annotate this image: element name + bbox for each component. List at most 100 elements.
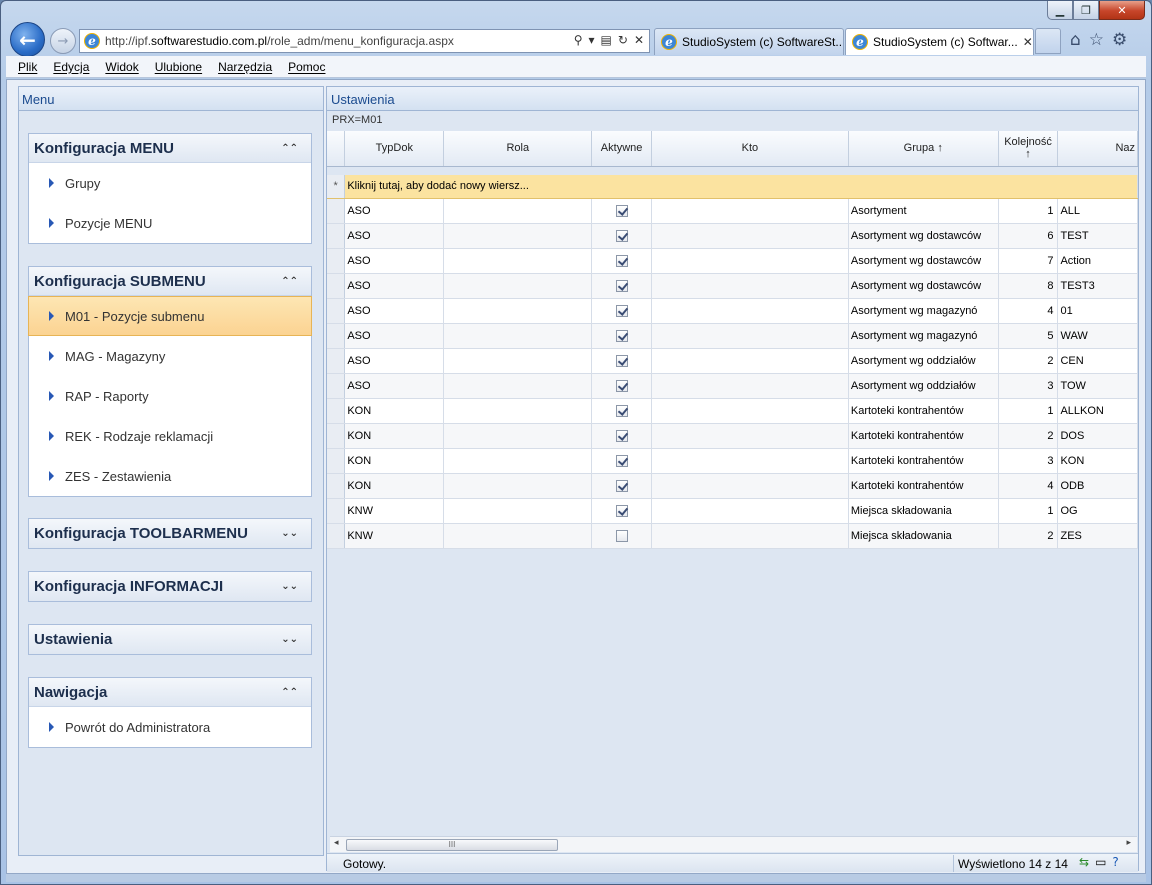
row-selector[interactable] [327,523,346,549]
aktywne-checkbox[interactable] [615,279,628,292]
forward-button[interactable]: → [50,28,76,54]
cell-rola[interactable] [443,248,593,274]
scroll-thumb[interactable]: III [346,839,558,851]
cell-kolejnosc[interactable]: 1 [998,398,1059,424]
table-row[interactable]: ASO Asortyment 1 ALL [327,198,1138,224]
cell-kolejnosc[interactable]: 4 [998,473,1059,499]
cell-typdok[interactable]: KNW [344,498,445,524]
menu-item-pozycje-menu[interactable]: Pozycje MENU [29,203,311,243]
cell-nazwa[interactable]: 01 [1057,298,1138,324]
cell-rola[interactable] [443,198,593,224]
row-selector[interactable] [327,373,346,399]
cell-kto[interactable] [651,248,849,274]
cell-typdok[interactable]: ASO [344,298,445,324]
cell-kolejnosc[interactable]: 2 [998,348,1059,374]
group-header[interactable]: Konfiguracja SUBMENU ⌃⌃ [29,267,311,296]
cell-typdok[interactable]: ASO [344,348,445,374]
aktywne-checkbox[interactable] [615,404,628,417]
cell-typdok[interactable]: ASO [344,323,445,349]
refresh-icon[interactable]: ↻ [618,33,628,47]
cell-typdok[interactable]: ASO [344,373,445,399]
column-header-grupa[interactable]: Grupa ↑ [848,131,999,167]
cell-nazwa[interactable]: TEST [1057,223,1138,249]
row-selector[interactable] [327,448,346,474]
new-row[interactable]: * Kliknij tutaj, aby dodać nowy wiersz..… [327,175,1138,199]
cell-aktywne[interactable] [591,498,652,524]
menu-item-grupy[interactable]: Grupy [29,163,311,203]
cell-kto[interactable] [651,298,849,324]
menu-ulubione[interactable]: Ulubione [155,60,202,74]
new-row-prompt[interactable]: Kliknij tutaj, aby dodać nowy wiersz... [344,175,1138,199]
aktywne-checkbox[interactable] [615,354,628,367]
cell-rola[interactable] [443,423,593,449]
aktywne-checkbox[interactable] [615,229,628,242]
cell-kolejnosc[interactable]: 7 [998,248,1059,274]
row-selector[interactable] [327,223,346,249]
close-window-button[interactable]: ✕ [1099,1,1145,20]
menu-item-zes[interactable]: ZES - Zestawienia [29,456,311,496]
cell-typdok[interactable]: ASO [344,273,445,299]
cell-nazwa[interactable]: WAW [1057,323,1138,349]
table-row[interactable]: KON Kartoteki kontrahentów 1 ALLKON [327,398,1138,424]
cell-grupa[interactable]: Asortyment wg dostawców [848,248,999,274]
cell-kolejnosc[interactable]: 1 [998,498,1059,524]
expand-chevron-icon[interactable]: ⌄⌄ [281,634,306,645]
cell-kto[interactable] [651,273,849,299]
table-row[interactable]: KNW Miejsca składowania 1 OG [327,498,1138,524]
cell-nazwa[interactable]: ALLKON [1057,398,1138,424]
aktywne-checkbox[interactable] [615,529,628,542]
scroll-left-icon[interactable]: ◂ [334,838,339,848]
aktywne-checkbox[interactable] [615,429,628,442]
table-row[interactable]: KON Kartoteki kontrahentów 2 DOS [327,423,1138,449]
export-icon[interactable]: ▭ [1095,855,1106,869]
cell-nazwa[interactable]: Action [1057,248,1138,274]
cell-grupa[interactable]: Asortyment wg oddziałów [848,373,999,399]
group-header[interactable]: Konfiguracja INFORMACJI ⌄⌄ [29,572,311,601]
collapse-chevron-icon[interactable]: ⌃⌃ [281,143,306,154]
aktywne-checkbox[interactable] [615,379,628,392]
cell-aktywne[interactable] [591,448,652,474]
cell-rola[interactable] [443,498,593,524]
browser-tab-2[interactable]: e StudioSystem (c) Softwar... ✕ [845,28,1034,55]
row-selector[interactable] [327,198,346,224]
menu-item-m01[interactable]: M01 - Pozycje submenu [28,296,312,336]
cell-rola[interactable] [443,523,593,549]
group-header[interactable]: Konfiguracja TOOLBARMENU ⌄⌄ [29,519,311,548]
cell-typdok[interactable]: ASO [344,198,445,224]
cell-nazwa[interactable]: DOS [1057,423,1138,449]
cell-aktywne[interactable] [591,473,652,499]
maximize-button[interactable]: ❐ [1073,1,1099,20]
column-header-nazwa[interactable]: Naz [1057,131,1138,167]
table-row[interactable]: ASO Asortyment wg dostawców 8 TEST3 [327,273,1138,299]
cell-kto[interactable] [651,373,849,399]
column-header-rola[interactable]: Rola [443,131,593,167]
cell-aktywne[interactable] [591,423,652,449]
cell-rola[interactable] [443,448,593,474]
group-header[interactable]: Ustawienia ⌄⌄ [29,625,311,654]
cell-kolejnosc[interactable]: 4 [998,298,1059,324]
new-tab-button[interactable] [1035,28,1061,54]
menu-item-powrot[interactable]: Powrót do Administratora [29,707,311,747]
scroll-right-icon[interactable]: ▸ [1126,838,1131,848]
cell-typdok[interactable]: KON [344,423,445,449]
row-selector[interactable] [327,298,346,324]
close-tab-icon[interactable]: ✕ [1023,35,1033,49]
aktywne-checkbox[interactable] [615,504,628,517]
cell-grupa[interactable]: Miejsca składowania [848,498,999,524]
row-selector[interactable] [327,498,346,524]
cell-rola[interactable] [443,373,593,399]
search-icon[interactable]: ⚲ [574,33,583,47]
cell-grupa[interactable]: Miejsca składowania [848,523,999,549]
cell-kto[interactable] [651,523,849,549]
gear-icon[interactable]: ⚙ [1112,30,1127,50]
cell-nazwa[interactable]: TOW [1057,373,1138,399]
row-selector[interactable] [327,348,346,374]
row-selector[interactable] [327,323,346,349]
home-icon[interactable]: ⌂ [1070,30,1081,50]
column-header-kolejnosc[interactable]: Kolejność ↑ [998,131,1059,167]
menu-edycja[interactable]: Edycja [53,60,89,74]
cell-nazwa[interactable]: CEN [1057,348,1138,374]
cell-typdok[interactable]: ASO [344,223,445,249]
row-selector[interactable] [327,423,346,449]
group-header[interactable]: Konfiguracja MENU ⌃⌃ [29,134,311,163]
